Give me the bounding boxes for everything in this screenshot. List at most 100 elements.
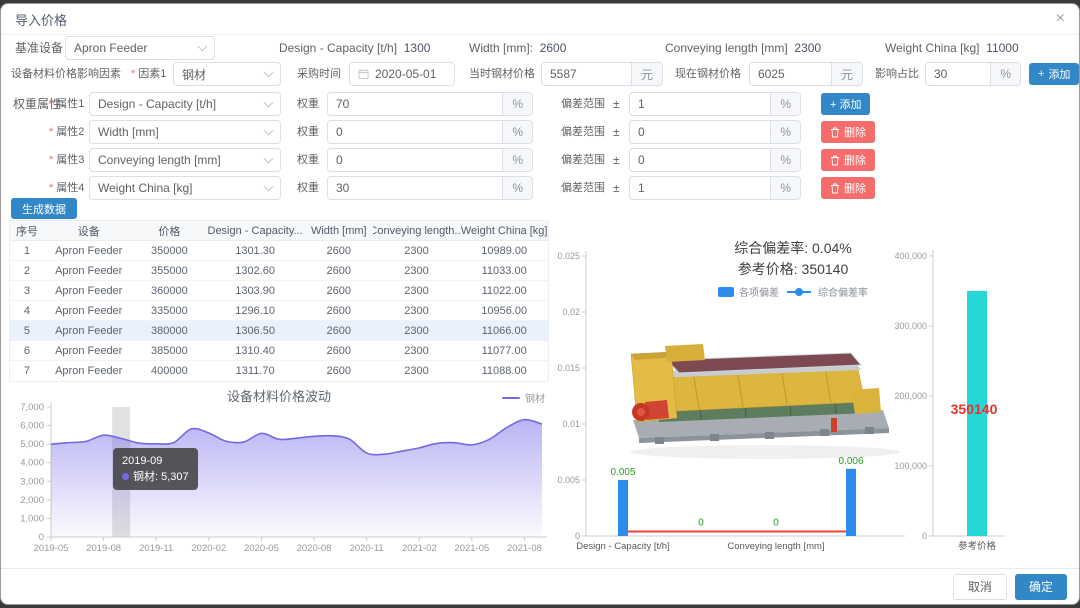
purchase-date-field[interactable]: [375, 67, 446, 81]
table-cell: 1301.30: [235, 244, 275, 257]
plus-minus-label: ±: [613, 125, 620, 139]
table-cell: 400000: [151, 365, 188, 377]
column-header: Weight China [kg]: [460, 224, 548, 237]
table-cell: 1: [23, 244, 30, 257]
table-row[interactable]: 3 Apron Feeder 360000 1303.90 2600 2300 11022.…: [10, 281, 548, 301]
dialog-footer: 取消 确定: [1, 568, 1079, 604]
weight-input-group: %: [327, 120, 533, 144]
add-factor-button[interactable]: + 添加: [1029, 63, 1079, 85]
deviation-input[interactable]: [630, 149, 771, 171]
table-cell: 1302.60: [235, 264, 275, 277]
material-price-chart[interactable]: 设备材料价格波动 钢材 0 1,000 2,000 3,000 4,000 5,000 6,…: [9, 382, 549, 560]
delete-attr-button[interactable]: 删除: [821, 121, 875, 143]
legend-label: 钢材: [525, 394, 545, 405]
attr-select[interactable]: Weight China [kg]: [89, 176, 281, 200]
import-price-dialog: 导入价格 × 基准设备 Apron Feeder Design - Capaci…: [0, 3, 1080, 605]
attr-select[interactable]: Conveying length [mm]: [89, 148, 281, 172]
composite-deviation-text: 综合偏差率: 0.04%: [734, 240, 852, 256]
table-row[interactable]: 1 Apron Feeder 350000 1301.30 2600 2300 10989.…: [10, 241, 548, 261]
table-row[interactable]: 6 Apron Feeder 385000 1310.40 2600 2300 11077.…: [10, 341, 548, 361]
weight-input[interactable]: [328, 121, 503, 143]
deviation-chart-panel[interactable]: 综合偏差率: 0.04% 参考价格: 350140 各项偏差 综合偏差率 0 0.…: [553, 222, 1077, 560]
svg-text:0: 0: [922, 531, 927, 541]
svg-text:2019-11: 2019-11: [139, 543, 173, 554]
table-cell: 2600: [326, 365, 352, 377]
table-row[interactable]: 5 Apron Feeder 380000 1306.50 2600 2300 11066.…: [10, 321, 548, 341]
table-row[interactable]: 2 Apron Feeder 355000 1302.60 2600 2300 11033.…: [10, 261, 548, 281]
base-device-select[interactable]: Apron Feeder: [65, 36, 215, 60]
plus-minus-label: ±: [613, 97, 620, 111]
attr-label: * 属性1: [49, 98, 85, 110]
deviation-input-group: %: [629, 176, 801, 200]
table-cell: 2300: [404, 344, 429, 357]
reference-price-text: 参考价格: 350140: [737, 261, 849, 277]
purchase-time-label: 采购时间: [297, 68, 341, 80]
factor-select[interactable]: 钢材: [173, 62, 281, 86]
deviation-input[interactable]: [630, 121, 771, 143]
weight-input[interactable]: [328, 93, 503, 115]
weight-attr-row: 权重属性*属性1Design - Capacity [t/h]权重%偏差范围±%…: [1, 92, 1079, 116]
table-cell: 11088.00: [481, 365, 527, 377]
generate-data-button[interactable]: 生成数据: [11, 198, 77, 219]
svg-text:Conveying length [mm]: Conveying length [mm]: [727, 541, 824, 552]
now-price-input[interactable]: [750, 63, 831, 85]
delete-attr-button[interactable]: 删除: [821, 177, 875, 199]
then-price-group: 元: [541, 62, 663, 86]
legend-item-line[interactable]: 综合偏差率: [785, 284, 868, 299]
trash-icon: [831, 127, 839, 137]
plus-minus-label: ±: [613, 153, 620, 167]
deviation-input[interactable]: [630, 93, 771, 115]
table-cell: 2600: [326, 244, 352, 257]
deviation-input-group: %: [629, 92, 801, 116]
table-row[interactable]: 7 Apron Feeder 400000 1311.70 2600 2300 11088.…: [10, 361, 548, 381]
table-cell: 2600: [326, 284, 352, 297]
area-chart-canvas[interactable]: 01,0002,0003,0004,0005,0006,0007,0002019…: [9, 382, 549, 560]
close-icon[interactable]: ×: [1056, 11, 1065, 27]
weight-input[interactable]: [328, 177, 503, 199]
weight-input[interactable]: [328, 149, 503, 171]
table-cell: 11066.00: [481, 324, 527, 337]
table-cell: 1303.90: [235, 284, 275, 297]
impact-ratio-input[interactable]: [926, 63, 991, 85]
purchase-date-input[interactable]: [349, 62, 455, 86]
table-cell: 1296.10: [235, 304, 275, 317]
table-cell: 11033.00: [481, 264, 527, 277]
deviation-range-label: 偏差范围: [561, 126, 605, 138]
price-data-table: 序号 设备 价格 Design - Capacity... Width [mm] Conv…: [9, 220, 549, 382]
table-cell: 4: [23, 304, 30, 317]
attr-select[interactable]: Width [mm]: [89, 120, 281, 144]
calendar-icon: [358, 68, 369, 80]
svg-text:0: 0: [773, 518, 779, 529]
weight-attr-row: *属性3 Conveying length [mm] 权重% 偏差范围 ±% 删除: [1, 148, 1079, 172]
table-row[interactable]: 4 Apron Feeder 335000 1296.10 2600 2300 10956.…: [10, 301, 548, 321]
table-cell: Apron Feeder: [55, 264, 123, 277]
table-cell: Apron Feeder: [55, 365, 123, 377]
material-factor-row: 设备材料价格影响因素 *因素1 钢材 采购时间 当时钢材价格 元 现在钢材价格 …: [1, 62, 1079, 86]
cancel-button[interactable]: 取消: [952, 573, 1007, 600]
chevron-down-icon: [263, 125, 274, 136]
then-price-input[interactable]: [542, 63, 631, 85]
now-price-group: 元: [749, 62, 863, 86]
table-cell: 2300: [404, 304, 429, 317]
chevron-down-icon: [263, 153, 274, 164]
svg-text:2019-05: 2019-05: [34, 543, 69, 554]
svg-text:2020-02: 2020-02: [191, 543, 226, 554]
weight-attr-row: *属性2 Width [mm] 权重% 偏差范围 ±% 删除: [1, 120, 1079, 144]
svg-text:300,000: 300,000: [894, 321, 927, 331]
svg-text:0: 0: [39, 532, 44, 543]
confirm-button[interactable]: 确定: [1014, 573, 1067, 600]
table-cell: 3: [23, 284, 30, 297]
table-cell: 2300: [404, 365, 429, 377]
add-attr-button[interactable]: + 添加: [821, 93, 871, 115]
chart-legend[interactable]: 钢材: [502, 390, 545, 405]
delete-attr-button[interactable]: 删除: [821, 149, 875, 171]
spec-weight: Weight China [kg] 11000: [885, 41, 1019, 55]
legend-line-swatch: [502, 396, 520, 399]
attr-select[interactable]: Design - Capacity [t/h]: [89, 92, 281, 116]
svg-text:Design - Capacity [t/h]: Design - Capacity [t/h]: [576, 541, 669, 552]
deviation-range-label: 偏差范围: [561, 182, 605, 194]
apron-feeder-3d-image: [630, 344, 900, 459]
weight-label: 权重: [297, 126, 319, 138]
deviation-input[interactable]: [630, 177, 771, 199]
legend-item-bar[interactable]: 各项偏差: [718, 284, 779, 299]
